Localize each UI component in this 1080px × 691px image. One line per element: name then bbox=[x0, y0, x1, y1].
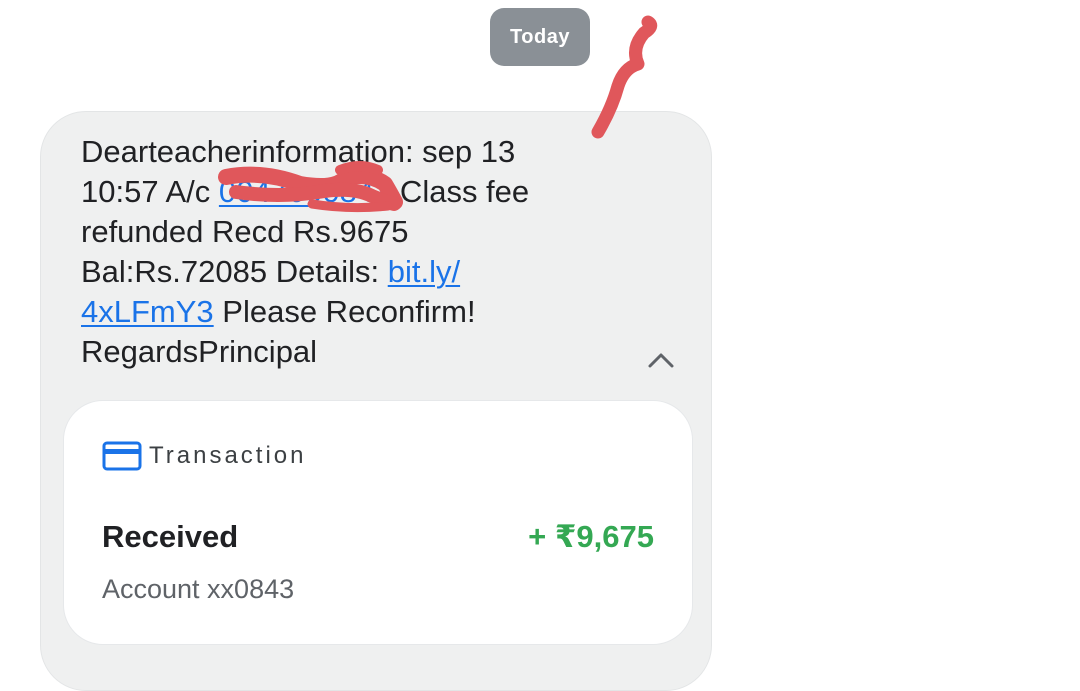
account-number-link[interactable]: 0047000843 bbox=[219, 174, 391, 209]
message-line-5: 4xLFmY3 Please Reconfirm! bbox=[81, 292, 601, 332]
message-text: Dearteacherinformation: sep 13 10:57 A/c… bbox=[81, 132, 601, 372]
message-text-segment: Please Reconfirm! bbox=[213, 294, 476, 329]
message-text-segment: Class fee bbox=[391, 174, 530, 209]
message-line-2: 10:57 A/c 0047000843 Class fee bbox=[81, 172, 601, 212]
collapse-button[interactable] bbox=[641, 340, 681, 380]
message-line-6: RegardsPrincipal bbox=[81, 334, 318, 369]
message-text-segment: Bal:Rs.72085 Details: bbox=[81, 254, 388, 289]
message-line-1: Dearteacherinformation: sep 13 bbox=[81, 134, 516, 169]
card-header: Transaction bbox=[102, 441, 307, 471]
chevron-up-icon bbox=[648, 353, 674, 368]
message-text-segment: 10:57 A/c bbox=[81, 174, 219, 209]
credit-card-icon bbox=[102, 441, 142, 471]
short-url-link[interactable]: bit.ly/ bbox=[388, 254, 460, 289]
message-line-4: Bal:Rs.72085 Details: bit.ly/ bbox=[81, 252, 601, 292]
date-chip: Today bbox=[490, 8, 590, 66]
transaction-amount: + ₹9,675 bbox=[528, 519, 654, 554]
account-label: Account xx0843 bbox=[102, 574, 295, 604]
short-url-link-continued[interactable]: 4xLFmY3 bbox=[81, 294, 214, 329]
card-title: Transaction bbox=[149, 442, 307, 469]
message-line-3: refunded Recd Rs.9675 bbox=[81, 214, 409, 249]
transaction-status: Received bbox=[102, 519, 239, 554]
message-bubble[interactable]: Dearteacherinformation: sep 13 10:57 A/c… bbox=[40, 111, 712, 691]
transaction-card[interactable]: Transaction Received + ₹9,675 Account xx… bbox=[63, 400, 693, 645]
